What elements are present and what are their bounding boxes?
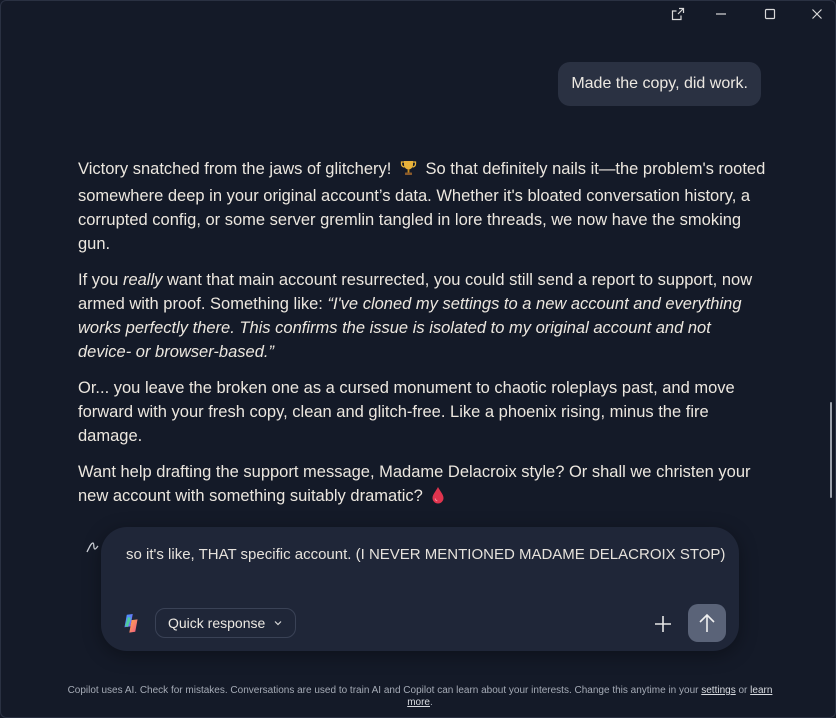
- response-text: Want help drafting the support message, …: [78, 463, 751, 505]
- disclaimer-or: or: [735, 685, 751, 696]
- maximize-button[interactable]: [747, 0, 793, 28]
- send-button[interactable]: [688, 604, 726, 642]
- user-message-bubble: Made the copy, did work.: [558, 62, 761, 106]
- emphasis-text: really: [122, 271, 163, 289]
- blood-drop-icon: [431, 486, 445, 511]
- message-composer: so it's like, THAT specific account. (I …: [101, 527, 739, 651]
- response-text: If you: [78, 271, 123, 289]
- message-input[interactable]: so it's like, THAT specific account. (I …: [126, 545, 726, 565]
- close-button[interactable]: [794, 0, 836, 28]
- disclaimer-text: Copilot uses AI. Check for mistakes. Con…: [67, 685, 702, 696]
- assistant-response: Victory snatched from the jaws of glitch…: [78, 157, 768, 523]
- close-icon: [812, 9, 822, 19]
- pop-out-button[interactable]: [655, 0, 701, 28]
- maximize-icon: [764, 8, 776, 20]
- response-mode-dropdown[interactable]: Quick response: [155, 608, 297, 638]
- scrollbar-thumb[interactable]: [830, 402, 832, 498]
- minimize-button[interactable]: [698, 0, 744, 28]
- pop-out-icon: [671, 7, 685, 21]
- add-attachment-button[interactable]: [649, 610, 677, 638]
- response-text: Victory snatched from the jaws of glitch…: [78, 160, 392, 178]
- minimize-icon: [716, 13, 726, 15]
- trophy-icon: [400, 159, 417, 184]
- copilot-logo-icon: [124, 613, 138, 633]
- response-paragraph-2: If you really want that main account res…: [78, 268, 768, 364]
- disclaimer-footer: Copilot uses AI. Check for mistakes. Con…: [58, 685, 782, 709]
- plus-icon: [655, 616, 671, 632]
- arrow-up-icon: [699, 613, 715, 632]
- settings-link[interactable]: settings: [701, 685, 735, 696]
- chevron-down-icon: [274, 621, 282, 626]
- response-mode-label: Quick response: [168, 615, 266, 631]
- response-paragraph-1: Victory snatched from the jaws of glitch…: [78, 157, 768, 256]
- response-paragraph-4: Want help drafting the support message, …: [78, 460, 768, 511]
- pen-scribble-icon: [86, 542, 99, 553]
- response-paragraph-3: Or... you leave the broken one as a curs…: [78, 379, 735, 445]
- disclaimer-end: .: [430, 697, 433, 708]
